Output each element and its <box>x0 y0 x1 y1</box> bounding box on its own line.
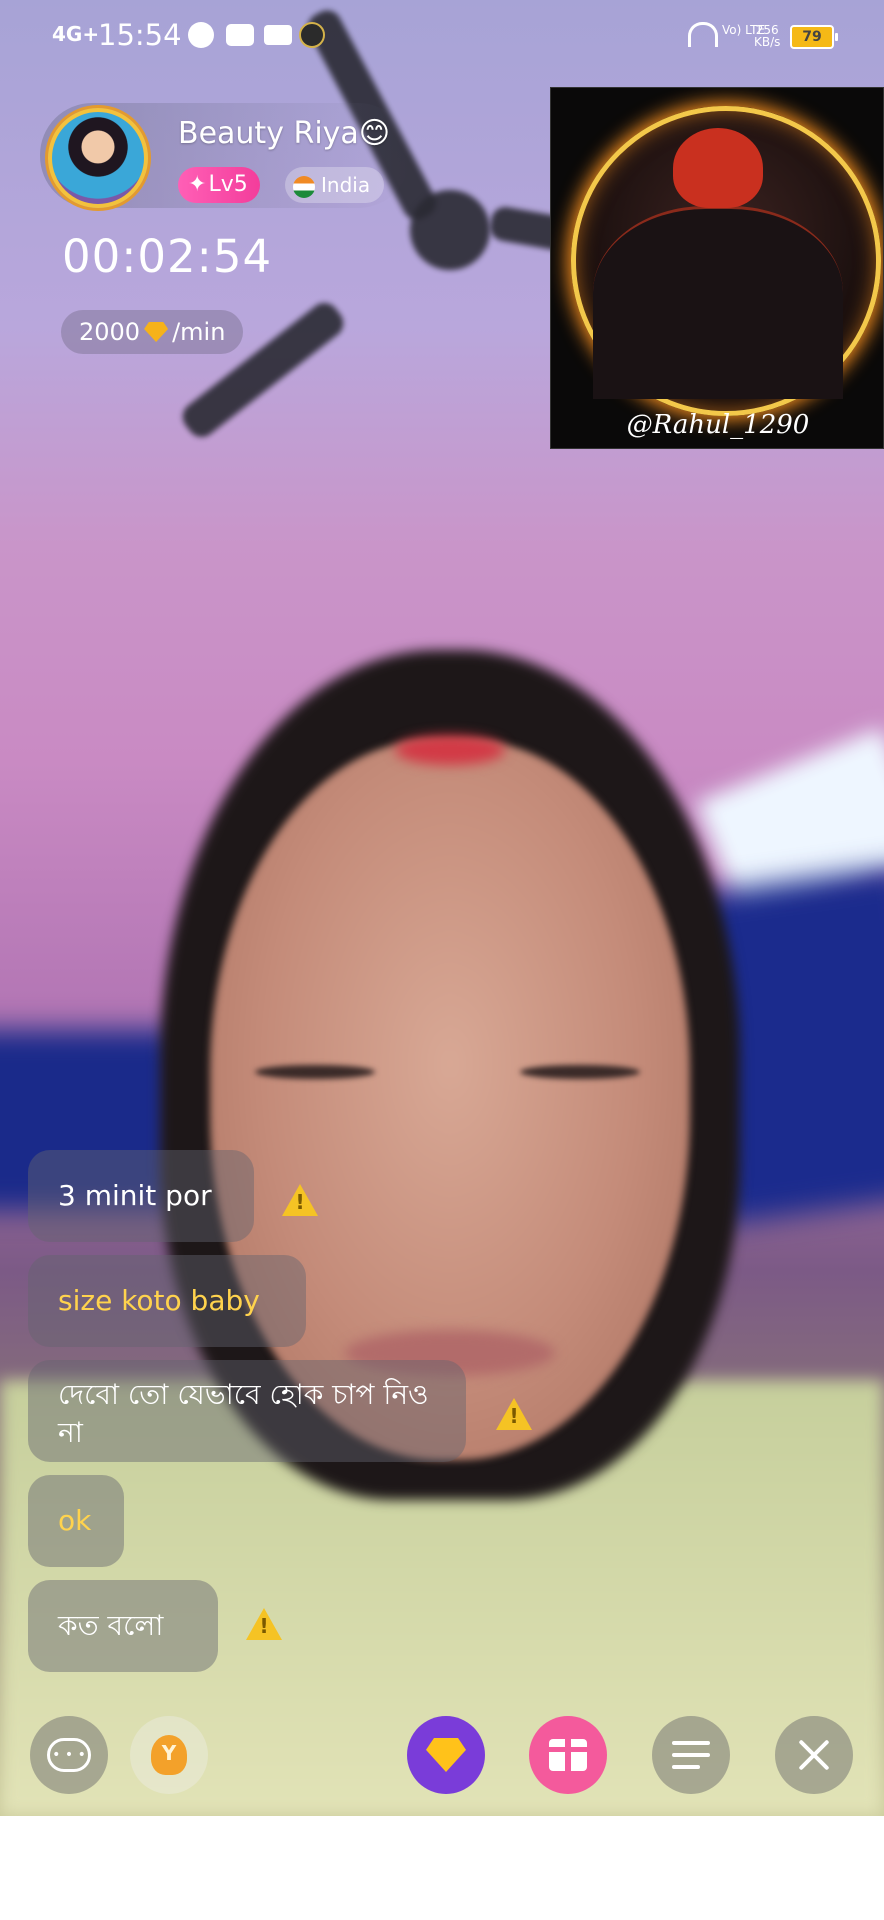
call-timer: 00:02:54 <box>62 230 273 283</box>
close-icon <box>796 1737 832 1773</box>
chat-button[interactable] <box>30 1716 108 1794</box>
person-sindoor <box>395 735 505 765</box>
host-avatar[interactable] <box>48 108 148 208</box>
gift-button[interactable] <box>529 1716 607 1794</box>
host-name: Beauty Riya😊 <box>178 116 391 151</box>
rate-amount: 2000 <box>79 318 141 346</box>
chat-message-text: ok <box>58 1504 92 1537</box>
app-notification-icon <box>299 22 325 48</box>
compass-icon <box>188 22 214 48</box>
menu-button[interactable] <box>652 1716 730 1794</box>
country-badge: India <box>285 167 385 203</box>
sparkle-icon: ✦ <box>188 172 207 197</box>
diamond-button[interactable] <box>407 1716 485 1794</box>
person-graphic <box>593 206 843 399</box>
speed-unit: KB/s <box>754 35 781 49</box>
chat-message: কত বলো <box>28 1580 218 1672</box>
pip-username: @Rahul_1290 <box>626 410 810 440</box>
headset-icon <box>688 22 718 47</box>
gift-icon <box>547 1739 589 1771</box>
diamond-icon <box>144 322 169 342</box>
self-preview-pip[interactable]: @Rahul_1290 <box>550 87 884 449</box>
chat-icon <box>47 1738 91 1772</box>
level-label: Lv5 <box>208 172 248 197</box>
chat-message: size koto baby <box>28 1255 306 1347</box>
chat-message-text: 3 minit por <box>58 1179 212 1212</box>
youtube-icon <box>226 24 254 46</box>
network-speed: 256 KB/s <box>754 24 780 48</box>
close-button[interactable] <box>775 1716 853 1794</box>
person-eye <box>520 1065 640 1079</box>
rate-unit: /min <box>172 318 226 346</box>
person-eye <box>255 1065 375 1079</box>
india-flag-icon <box>293 175 315 198</box>
battery-icon: 79 <box>790 25 838 49</box>
video-camera-icon <box>264 25 292 45</box>
status-time: 15:54 <box>98 18 182 52</box>
tip-icon <box>151 1735 187 1775</box>
diamond-icon <box>426 1738 466 1772</box>
chat-message-text: size koto baby <box>58 1284 260 1317</box>
chat-message: ok <box>28 1475 124 1567</box>
status-bar: 4G+ 15:54 Vo) LTE 256 KB/s 79 <box>0 0 884 70</box>
chat-message-text: কত বলো <box>58 1609 164 1642</box>
ceiling-fan-hub <box>410 190 490 270</box>
chat-message: দেবো তো যেভাবে হোক চাপ নিও না <box>28 1360 466 1462</box>
chat-message-text: দেবো তো যেভাবে হোক চাপ নিও না <box>58 1378 429 1449</box>
tip-button[interactable] <box>130 1716 208 1794</box>
signal-indicator: 4G+ <box>52 22 100 46</box>
country-label: India <box>321 173 371 197</box>
call-rate-badge: 2000/min <box>61 310 244 354</box>
chat-message: 3 minit por <box>28 1150 254 1242</box>
person-graphic-hair <box>673 128 763 208</box>
menu-icon <box>672 1741 710 1769</box>
level-badge: ✦Lv5 <box>178 167 260 203</box>
